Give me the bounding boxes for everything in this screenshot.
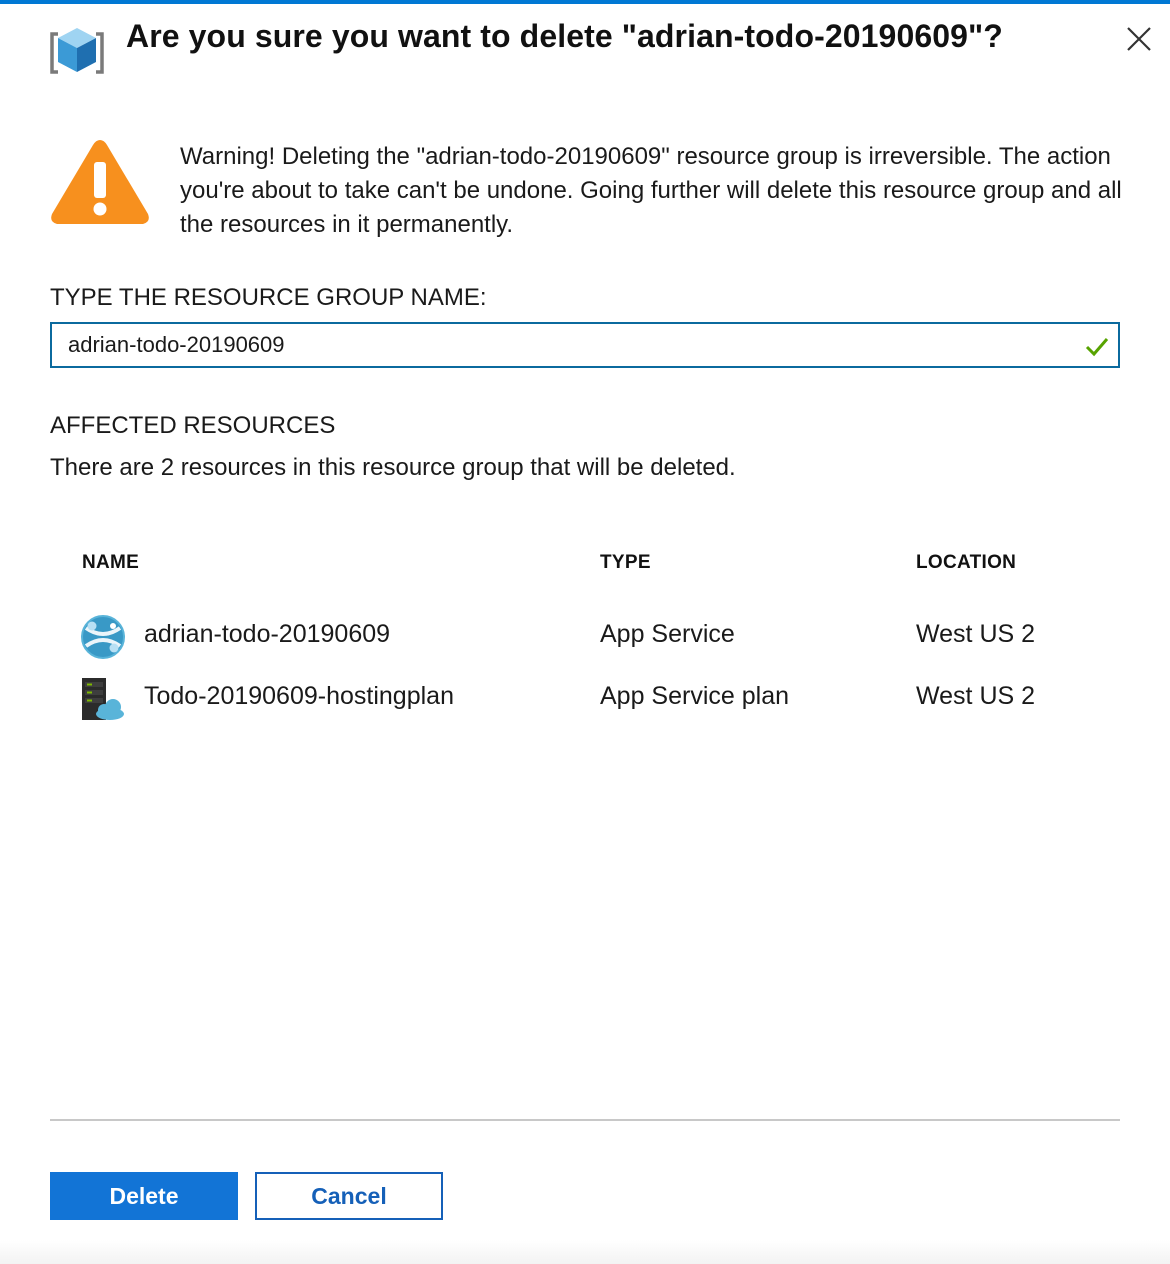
resource-name: Todo-20190609-hostingplan bbox=[144, 682, 454, 710]
resource-location: West US 2 bbox=[916, 620, 1036, 648]
resource-group-name-input[interactable] bbox=[52, 324, 1052, 366]
table-row: adrian-todo-20190609 App Service West US… bbox=[80, 610, 1120, 664]
delete-button[interactable]: Delete bbox=[50, 1172, 238, 1220]
bottom-shadow bbox=[0, 1240, 1170, 1264]
warning-triangle-icon bbox=[51, 140, 149, 224]
resource-type: App Service bbox=[600, 620, 735, 648]
resource-group-name-label: TYPE THE RESOURCE GROUP NAME: bbox=[50, 284, 487, 311]
footer-divider bbox=[50, 1119, 1120, 1121]
column-header-name: NAME bbox=[82, 552, 140, 573]
resource-group-cube-icon bbox=[50, 28, 104, 74]
resource-group-name-field bbox=[50, 322, 1120, 368]
delete-resource-group-dialog: Are you sure you want to delete "adrian-… bbox=[0, 0, 1170, 1264]
resource-location: West US 2 bbox=[916, 682, 1036, 710]
column-header-location: LOCATION bbox=[916, 552, 1017, 573]
close-icon[interactable] bbox=[1122, 22, 1156, 56]
cancel-button[interactable]: Cancel bbox=[255, 1172, 443, 1220]
checkmark-icon bbox=[1085, 338, 1109, 357]
column-header-type: TYPE bbox=[600, 552, 651, 573]
affected-resources-heading: AFFECTED RESOURCES bbox=[50, 412, 336, 439]
resource-name: adrian-todo-20190609 bbox=[144, 620, 391, 648]
dialog-header: Are you sure you want to delete "adrian-… bbox=[0, 4, 1170, 84]
app-service-globe-icon bbox=[81, 615, 125, 659]
app-service-plan-server-icon bbox=[82, 678, 124, 720]
dialog-title: Are you sure you want to delete "adrian-… bbox=[126, 18, 1003, 54]
table-row: Todo-20190609-hostingplan App Service pl… bbox=[80, 672, 1120, 726]
affected-resources-description: There are 2 resources in this resource g… bbox=[50, 454, 736, 481]
resource-type: App Service plan bbox=[600, 682, 790, 710]
warning-message: Warning! Deleting the "adrian-todo-20190… bbox=[180, 143, 1122, 238]
